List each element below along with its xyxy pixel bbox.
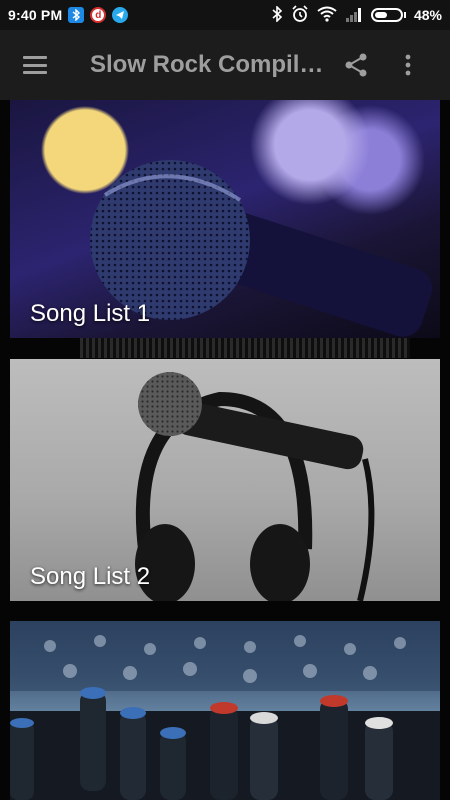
battery-icon: [370, 8, 403, 22]
song-list-card-1[interactable]: Song List 1: [10, 100, 440, 338]
song-list-feed: Song List 1 Song List 2: [0, 100, 450, 800]
more-vert-icon: [405, 54, 411, 76]
song-list-card-2[interactable]: Song List 2: [10, 359, 440, 601]
song-list-card-3[interactable]: [10, 621, 440, 800]
battery-percent: 48%: [413, 7, 442, 23]
card-label: Song List 2: [30, 563, 151, 590]
status-bar: 9:40 PM d 48%: [0, 0, 450, 30]
battery-tip: [403, 12, 406, 18]
telegram-notification-icon: [112, 7, 129, 23]
d-app-notification-icon: d: [90, 7, 107, 23]
bluetooth-icon: [271, 4, 283, 25]
more-options-button[interactable]: [382, 30, 434, 100]
alarm-icon: [291, 4, 309, 26]
wifi-icon: [317, 6, 337, 25]
page-title: Slow Rock Compila…: [90, 51, 330, 78]
status-time: 9:40 PM: [8, 7, 63, 23]
app-toolbar: Slow Rock Compila…: [0, 30, 450, 100]
bluetooth-notification-icon: [68, 7, 85, 23]
share-icon: [345, 53, 367, 77]
menu-button[interactable]: [0, 30, 70, 100]
decorative-strip: [80, 338, 410, 358]
menu-icon: [23, 56, 47, 74]
cell-signal-icon: [345, 6, 363, 25]
card-label: Song List 1: [30, 300, 151, 327]
share-button[interactable]: [330, 30, 382, 100]
audio-mixer-image: [10, 621, 440, 800]
